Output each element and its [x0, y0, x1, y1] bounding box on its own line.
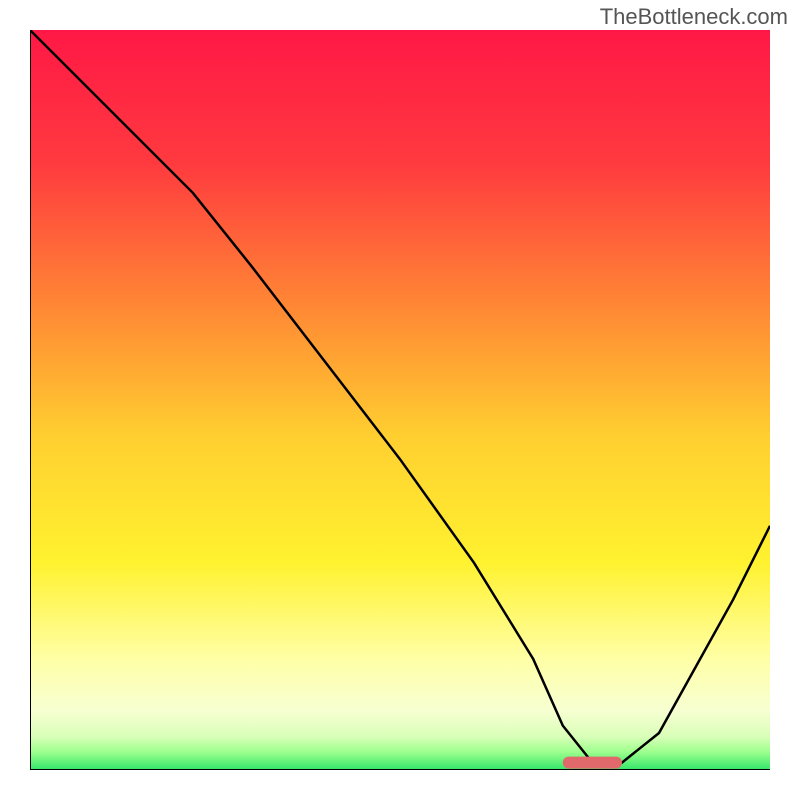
- watermark-text: TheBottleneck.com: [600, 4, 788, 30]
- chart-plot-area: [30, 30, 770, 770]
- chart-svg: [30, 30, 770, 770]
- optimal-range-marker: [563, 757, 622, 769]
